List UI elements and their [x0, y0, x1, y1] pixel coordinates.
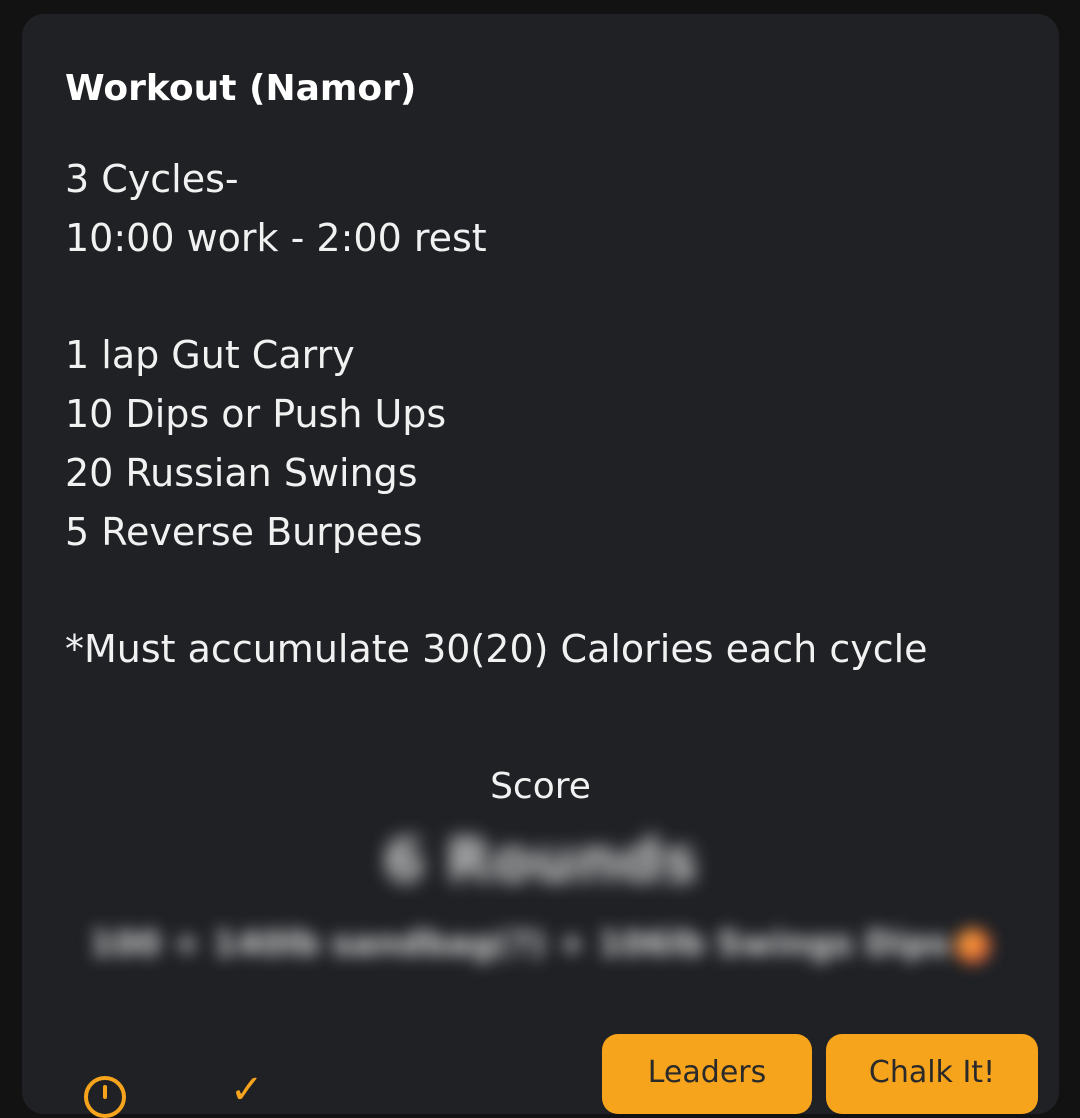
description-line: 5 Reverse Burpees	[65, 509, 423, 554]
check-icon[interactable]: ✓	[230, 1070, 264, 1110]
description-line: 10 Dips or Push Ups	[65, 392, 447, 437]
timer-icon[interactable]	[84, 1076, 126, 1118]
workout-card: Workout (Namor) 3 Cycles- 10:00 work - 2…	[22, 14, 1059, 1118]
leaders-button[interactable]: Leaders	[602, 1034, 812, 1114]
score-notes: 100 + 140lb sandbag(?) + 106lb Swings Di…	[22, 924, 1059, 964]
description-line: 20 Russian Swings	[65, 450, 418, 495]
description-line: 1 lap Gut Carry	[65, 333, 355, 378]
score-value: 6 Rounds	[383, 826, 698, 896]
description-line: *Must accumulate 30(20) Calories each cy…	[65, 627, 928, 672]
description-line	[65, 562, 1045, 621]
score-label: Score	[490, 766, 591, 807]
description-line: 3 Cycles-	[65, 157, 239, 201]
emoji-icon	[955, 927, 992, 964]
description-line	[65, 268, 1045, 327]
workout-description: 3 Cycles- 10:00 work - 2:00 rest 1 lap G…	[65, 150, 1045, 679]
score-notes-text: 100 + 140lb sandbag(?) + 106lb Swings Di…	[89, 924, 950, 964]
description-line: 10:00 work - 2:00 rest	[65, 215, 487, 260]
chalk-it-button[interactable]: Chalk It!	[826, 1034, 1038, 1114]
workout-title: Workout (Namor)	[65, 68, 417, 109]
